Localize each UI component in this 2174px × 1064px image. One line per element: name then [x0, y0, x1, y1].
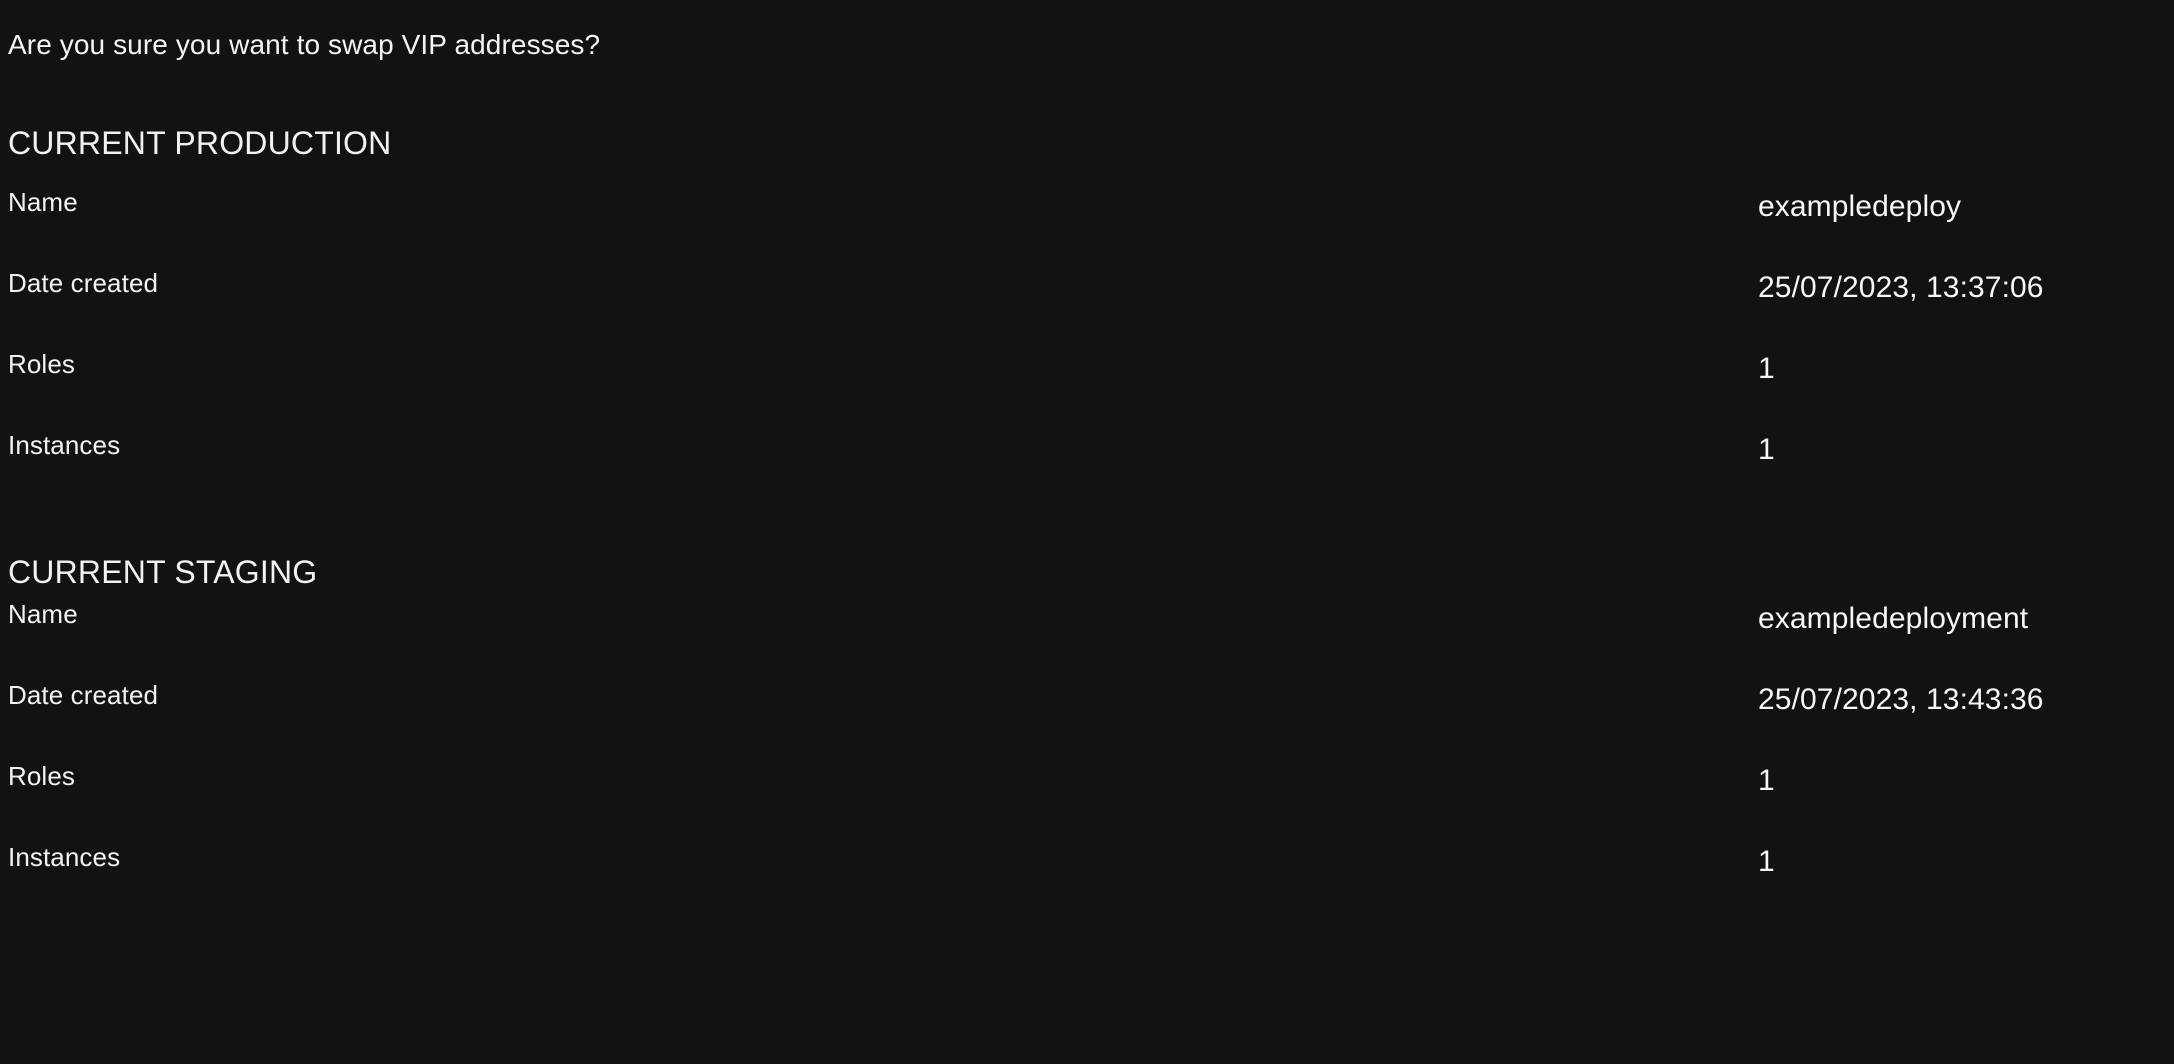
row-label: Date created	[8, 268, 159, 298]
row-label: Roles	[8, 349, 75, 379]
row-label: Name	[8, 187, 78, 217]
row-value: 1	[1758, 845, 1775, 878]
row-label: Date created	[8, 680, 159, 710]
detail-row: Date created 25/07/2023, 13:43:36	[0, 679, 2174, 760]
row-label: Name	[8, 599, 78, 629]
row-value: exampledeployment	[1758, 602, 2029, 635]
detail-row: Instances 1	[0, 429, 2174, 510]
row-label: Instances	[8, 842, 121, 872]
detail-rows-current-production: Name exampledeploy Date created 25/07/20…	[0, 186, 2174, 510]
page-title: Are you sure you want to swap VIP addres…	[8, 29, 601, 60]
detail-row: Date created 25/07/2023, 13:37:06	[0, 267, 2174, 348]
row-value: 1	[1758, 764, 1775, 797]
detail-row: Roles 1	[0, 760, 2174, 841]
detail-rows-current-staging: Name exampledeployment Date created 25/0…	[0, 598, 2174, 922]
section-heading-current-production: CURRENT PRODUCTION	[8, 125, 392, 161]
detail-row: Instances 1	[0, 841, 2174, 922]
detail-row: Name exampledeployment	[0, 598, 2174, 679]
section-heading-current-staging: CURRENT STAGING	[8, 554, 318, 590]
row-value: 25/07/2023, 13:43:36	[1758, 683, 2044, 716]
row-value: 1	[1758, 352, 1775, 385]
swap-vip-confirmation-screen: Are you sure you want to swap VIP addres…	[0, 0, 2174, 1064]
row-label: Instances	[8, 430, 121, 460]
detail-row: Name exampledeploy	[0, 186, 2174, 267]
row-value: 25/07/2023, 13:37:06	[1758, 271, 2044, 304]
row-value: exampledeploy	[1758, 190, 1962, 223]
row-label: Roles	[8, 761, 75, 791]
detail-row: Roles 1	[0, 348, 2174, 429]
row-value: 1	[1758, 433, 1775, 466]
